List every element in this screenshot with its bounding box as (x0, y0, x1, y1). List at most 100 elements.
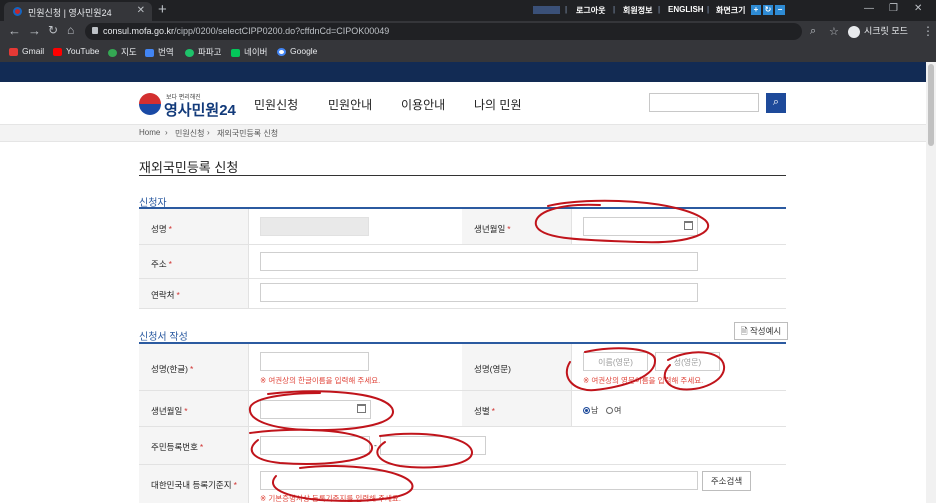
bookmark-maps[interactable]: 지도 (108, 46, 137, 58)
nav-usage[interactable]: 이용안내 (401, 96, 445, 113)
browser-tab[interactable]: 민원신청 | 영사민원24 ✕ (4, 2, 152, 21)
applicant-address-field[interactable] (260, 252, 698, 271)
new-tab-button[interactable]: + (158, 1, 167, 18)
utility-bar (0, 62, 926, 82)
bookmark-naver[interactable]: 네이버 (231, 46, 267, 58)
label-rrn: 주민등록번호 (151, 442, 198, 452)
applicant-name-field (260, 217, 369, 236)
logo-emblem-icon[interactable] (139, 93, 161, 115)
bookmark-translate[interactable]: 번역 (145, 46, 174, 58)
required-mark: * (184, 406, 188, 416)
label-address: 주소 (151, 259, 167, 269)
search-icon: ⌕ (772, 96, 780, 108)
nav-guide[interactable]: 민원안내 (328, 96, 372, 113)
back-arrow-icon[interactable]: ← (8, 23, 21, 38)
member-info-link[interactable]: 회원정보 (623, 5, 652, 16)
browser-menu-icon[interactable]: ⋮ (922, 24, 934, 38)
browser-tab-strip: 민원신청 | 영사민원24 ✕ + — ❐ ✕ (0, 0, 936, 21)
rrn-front-input[interactable] (260, 436, 370, 455)
document-icon: 🗎 (740, 326, 748, 336)
home-icon[interactable]: ⌂ (67, 23, 74, 37)
radio-checked-icon[interactable] (583, 407, 590, 415)
maps-icon (108, 48, 117, 57)
label-contact: 연락처 (151, 290, 175, 300)
name-en-hint: ※ 여권상의 영문이름을 입력해 주세요. (583, 376, 704, 385)
browser-toolbar: ← → ↻ ⌂ consul.mofa.go.kr/cipp/0200/sele… (0, 21, 936, 43)
forward-arrow-icon[interactable]: → (28, 23, 41, 38)
site-favicon-icon (13, 7, 22, 16)
domicile-hint: ※ 기본증명서상 등록기준지를 입력해 주세요. (260, 494, 401, 503)
domicile-input[interactable] (260, 471, 698, 490)
incognito-profile[interactable]: 시크릿 모드 (848, 24, 908, 38)
applicant-row-name: 성명 * 생년월일 * (139, 209, 786, 245)
form-row-birth: 생년월일 * 성별 * 남 여 (139, 391, 786, 427)
redacted-username (533, 6, 560, 14)
label-gender: 성별 (474, 406, 490, 416)
label-name-kr: 성명(한글) (151, 364, 188, 374)
required-mark: * (507, 224, 511, 234)
site-search-input[interactable] (649, 93, 759, 112)
bookmark-google[interactable]: Google (277, 46, 317, 56)
required-mark: * (491, 406, 495, 416)
search-button[interactable]: ⌕ (766, 93, 786, 113)
scrollbar-thumb[interactable] (928, 64, 934, 146)
bookmark-star-icon[interactable]: ☆ (829, 25, 839, 38)
bookmarks-bar: Gmail YouTube 지도 번역 파파고 네이버 Google (0, 43, 936, 62)
label-name: 성명 (151, 224, 167, 234)
address-search-button[interactable]: 주소검색 (702, 471, 751, 491)
applicant-birth-input[interactable] (583, 217, 698, 236)
example-button-label: 작성예시 (749, 326, 782, 336)
maximize-icon[interactable]: ❐ (889, 3, 898, 14)
required-mark: * (176, 290, 180, 300)
site-logo[interactable]: 영사민원24 (164, 99, 236, 120)
given-name-en-input[interactable]: 이름(영문) (583, 352, 648, 371)
address-bar[interactable]: consul.mofa.go.kr/cipp/0200/selectCIPP02… (85, 23, 802, 40)
bookmark-gmail[interactable]: Gmail (9, 46, 44, 56)
name-kr-input[interactable] (260, 352, 369, 371)
breadcrumb-separator-icon: › (165, 128, 168, 137)
breadcrumb-apply[interactable]: 민원신청 (175, 128, 204, 139)
applicant-row-contact: 연락처 * (139, 279, 786, 309)
tab-close-icon[interactable]: ✕ (137, 5, 145, 16)
window-close-icon[interactable]: ✕ (914, 3, 922, 14)
font-increase-button[interactable]: + (751, 5, 761, 15)
font-decrease-button[interactable]: − (775, 5, 785, 15)
incognito-label: 시크릿 모드 (864, 26, 908, 36)
reload-icon[interactable]: ↻ (48, 23, 58, 37)
minimize-icon[interactable]: — (864, 3, 874, 14)
required-mark: * (168, 224, 172, 234)
nav-my[interactable]: 나의 민원 (474, 96, 522, 113)
gender-male-radio[interactable]: 남 (583, 405, 598, 416)
form-birth-input[interactable] (260, 400, 371, 419)
translate-icon (145, 48, 154, 57)
section-title-form: 신청서 작성 (139, 332, 188, 343)
bookmark-papago[interactable]: 파파고 (185, 46, 221, 58)
youtube-icon (53, 47, 62, 56)
required-mark: * (168, 259, 172, 269)
font-size-label: 화면크기 (716, 6, 746, 15)
form-row-rrn: 주민등록번호 * - (139, 427, 786, 465)
calendar-icon[interactable] (357, 404, 366, 413)
example-button[interactable]: 🗎 작성예시 (734, 322, 788, 340)
applicant-contact-field[interactable] (260, 283, 698, 302)
gender-female-radio[interactable]: 여 (606, 405, 621, 416)
rrn-back-input[interactable] (380, 436, 486, 455)
english-link[interactable]: ENGLISH (668, 5, 704, 14)
breadcrumb-home[interactable]: Home (139, 128, 160, 137)
nav-apply[interactable]: 민원신청 (254, 96, 298, 113)
breadcrumb-current: 재외국민등록 신청 (217, 129, 279, 138)
zoom-search-icon[interactable]: ⌕ (810, 25, 816, 38)
font-reset-button[interactable]: ↻ (763, 5, 773, 15)
calendar-icon[interactable] (684, 221, 693, 230)
radio-unchecked-icon[interactable] (606, 407, 613, 415)
naver-icon (231, 48, 240, 57)
tab-title: 민원신청 | 영사민원24 (28, 8, 112, 18)
logout-link[interactable]: 로그아웃 (576, 5, 605, 16)
surname-en-input[interactable]: 성(영문) (655, 352, 720, 371)
bookmark-youtube[interactable]: YouTube (53, 46, 99, 56)
incognito-icon (848, 25, 860, 38)
label-domicile: 대한민국내 등록기준지 (151, 480, 232, 490)
url-path: /cipp/0200/selectCIPP0200.do?cffdnCd=CIP… (174, 26, 390, 36)
form-row-domicile: 대한민국내 등록기준지 * 주소검색 ※ 기본증명서상 등록기준지를 입력해 주세… (139, 465, 786, 503)
applicant-row-address: 주소 * (139, 245, 786, 279)
